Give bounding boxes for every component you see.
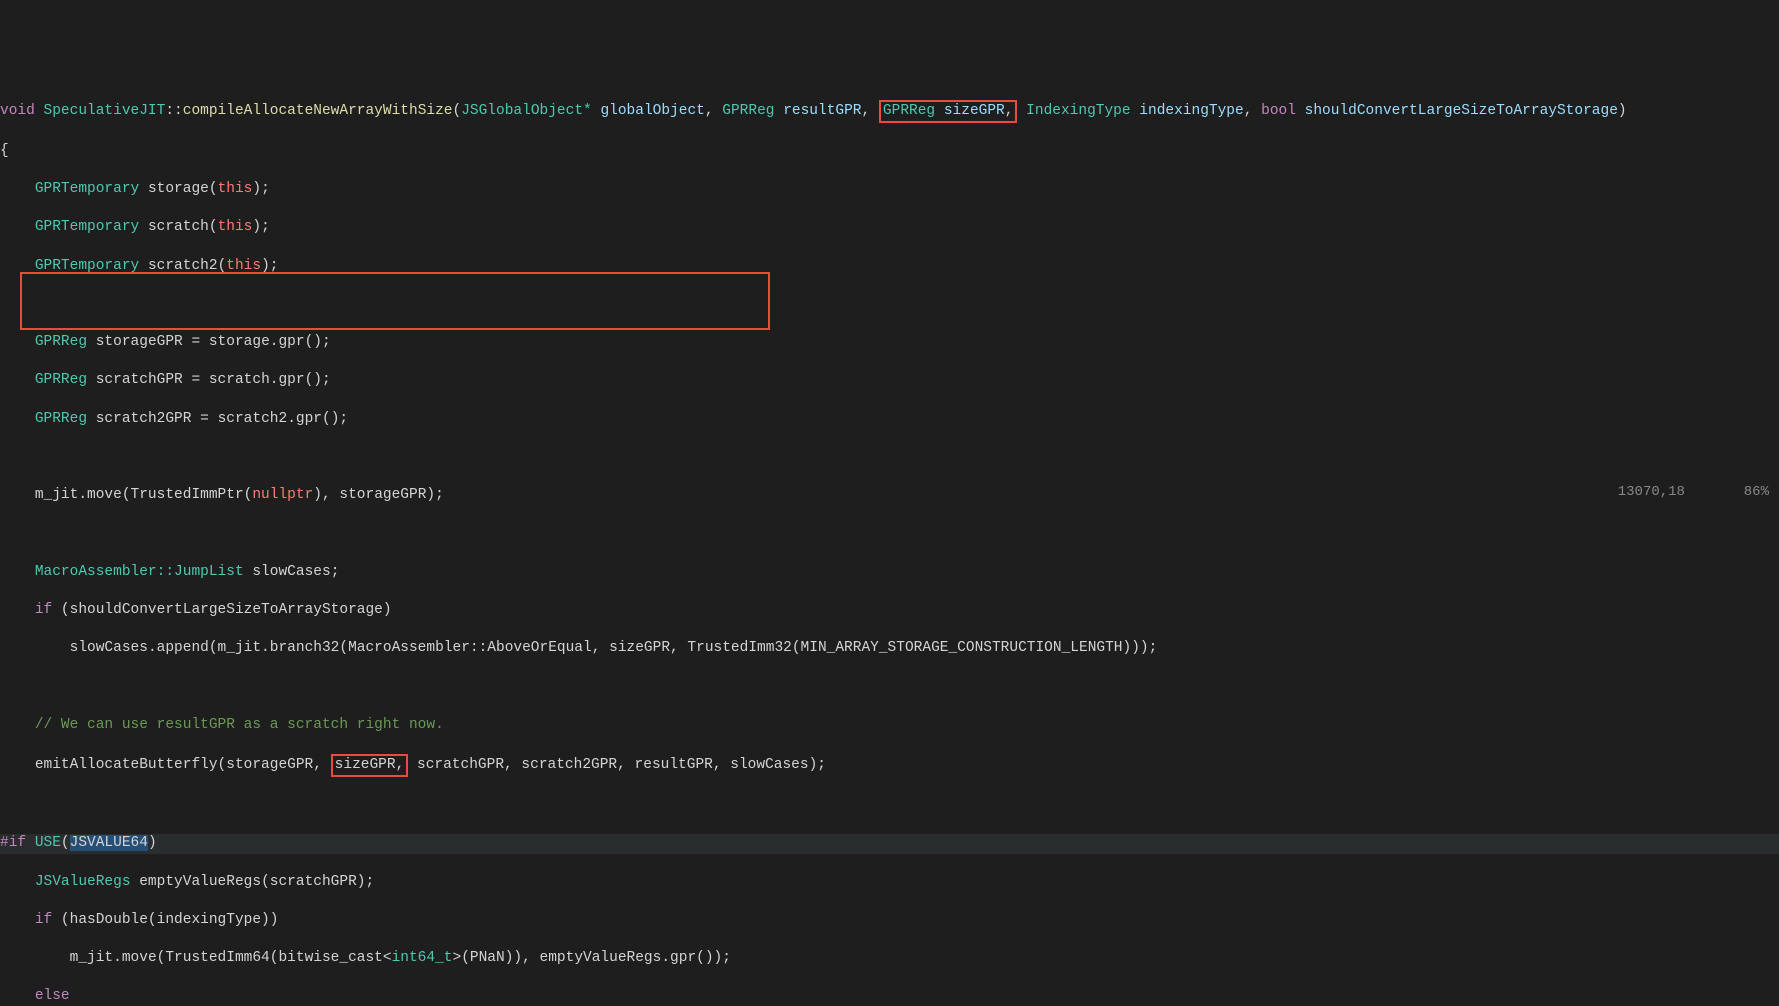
- scroll-percent: 86%: [1744, 484, 1769, 500]
- code-line: {: [0, 142, 1779, 161]
- code-line: [0, 295, 1779, 314]
- code-line: GPRReg scratchGPR = scratch.gpr();: [0, 371, 1779, 390]
- highlight-arg-sizegpr: sizeGPR,: [331, 754, 409, 777]
- code-line: GPRReg scratch2GPR = scratch2.gpr();: [0, 410, 1779, 429]
- code-line: m_jit.move(TrustedImm64(bitwise_cast<int…: [0, 949, 1779, 968]
- code-line: [0, 796, 1779, 815]
- code-line: JSValueRegs emptyValueRegs(scratchGPR);: [0, 873, 1779, 892]
- code-line: [0, 448, 1779, 467]
- keyword-else: else: [35, 988, 70, 1004]
- code-line: GPRTemporary scratch2(this);: [0, 257, 1779, 276]
- code-line-cursor: #if USE(JSVALUE64): [0, 834, 1779, 853]
- method-name: compileAllocateNewArrayWithSize: [183, 103, 453, 119]
- code-line: void SpeculativeJIT::compileAllocateNewA…: [0, 100, 1779, 123]
- code-editor[interactable]: void SpeculativeJIT::compileAllocateNewA…: [0, 77, 1779, 1006]
- code-line: else: [0, 987, 1779, 1006]
- code-line: emitAllocateButterfly(storageGPR, sizeGP…: [0, 754, 1779, 777]
- code-line: slowCases.append(m_jit.branch32(MacroAss…: [0, 639, 1779, 658]
- status-bar: 13070,18 86%: [1601, 464, 1769, 501]
- code-line: [0, 524, 1779, 543]
- code-line: GPRTemporary scratch(this);: [0, 218, 1779, 237]
- preprocessor-if: #if: [0, 835, 26, 851]
- selection: JSVALUE64: [70, 835, 148, 851]
- code-line: GPRReg storageGPR = storage.gpr();: [0, 333, 1779, 352]
- code-line: if (hasDouble(indexingType)): [0, 911, 1779, 930]
- code-line: // We can use resultGPR as a scratch rig…: [0, 716, 1779, 735]
- code-line: if (shouldConvertLargeSizeToArrayStorage…: [0, 601, 1779, 620]
- code-line: MacroAssembler::JumpList slowCases;: [0, 563, 1779, 582]
- code-line: [0, 677, 1779, 696]
- keyword-void: void: [0, 103, 35, 119]
- code-line: GPRTemporary storage(this);: [0, 180, 1779, 199]
- highlight-param-sizegpr: GPRReg sizeGPR,: [879, 100, 1018, 123]
- cursor-position: 13070,18: [1618, 484, 1685, 500]
- code-line: m_jit.move(TrustedImmPtr(nullptr), stora…: [0, 486, 1779, 505]
- class-name: SpeculativeJIT: [44, 103, 166, 119]
- comment: // We can use resultGPR as a scratch rig…: [35, 717, 444, 733]
